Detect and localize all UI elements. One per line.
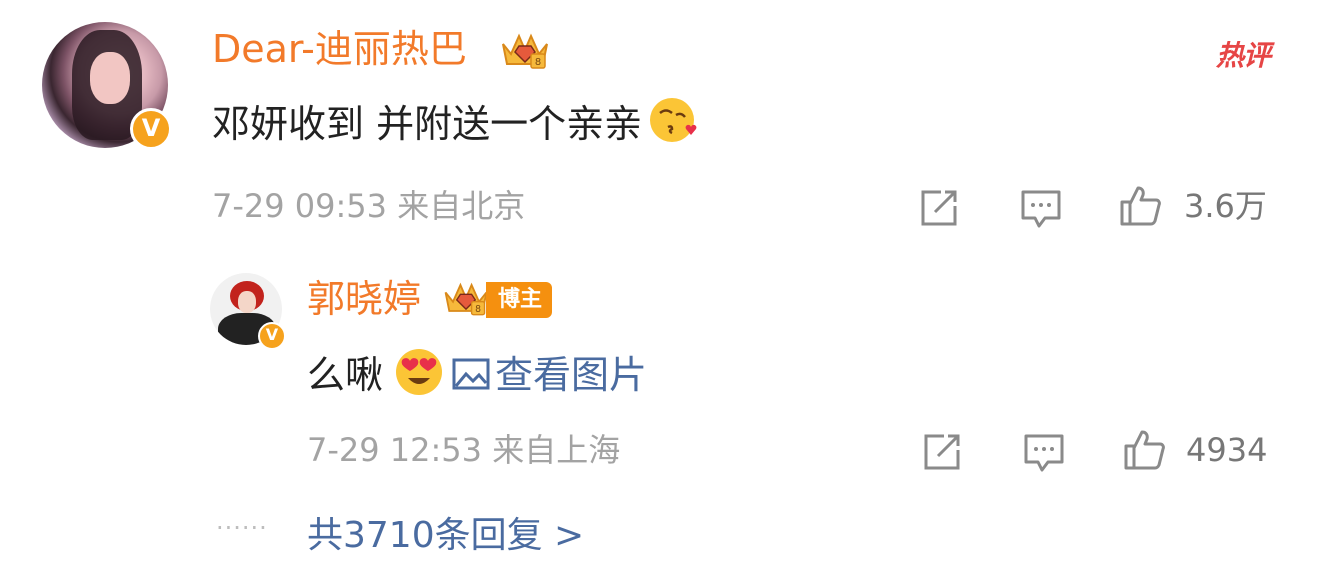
reply-comment-icon[interactable] — [1022, 430, 1066, 474]
reply-share-icon[interactable] — [920, 430, 964, 474]
reply-crown-icon: 8 — [444, 282, 488, 316]
image-icon — [452, 358, 490, 390]
hot-comment-tag: 热评 — [1215, 39, 1271, 72]
reply-username[interactable]: 郭晓婷 — [307, 276, 421, 322]
comment-meta: 7-29 09:53 来自北京 — [212, 187, 526, 225]
blogger-badge: 博主 — [486, 282, 553, 318]
reply-like-icon[interactable] — [1122, 428, 1166, 472]
like-icon[interactable] — [1118, 184, 1162, 228]
like-count: 3.6万 — [1184, 187, 1267, 225]
reply-verified-badge: V — [258, 322, 286, 350]
comment-username[interactable]: Dear-迪丽热巴 — [212, 26, 467, 72]
kiss-emoji-icon — [650, 98, 697, 142]
comment-text: 邓妍收到 并附送一个亲亲 — [212, 95, 698, 148]
more-dots: ······ — [216, 514, 268, 542]
view-image-link[interactable]: 查看图片 — [451, 353, 647, 397]
reply-body: 么啾 — [307, 353, 384, 397]
crown-icon: 8 — [502, 33, 548, 69]
reply-meta: 7-29 12:53 来自上海 — [307, 431, 621, 469]
comment-body: 邓妍收到 并附送一个亲亲 — [212, 102, 643, 146]
verified-badge: V — [130, 108, 172, 150]
heart-eyes-emoji-icon — [396, 349, 443, 395]
reply-like-count: 4934 — [1186, 431, 1268, 469]
comment-icon[interactable] — [1019, 186, 1063, 230]
svg-text:8: 8 — [535, 57, 541, 68]
svg-text:8: 8 — [475, 304, 481, 315]
share-icon[interactable] — [917, 186, 961, 230]
more-replies-link[interactable]: 共3710条回复 > — [307, 513, 584, 559]
reply-text: 么啾 查看图片 — [307, 346, 647, 399]
view-image-label: 查看图片 — [495, 353, 648, 397]
